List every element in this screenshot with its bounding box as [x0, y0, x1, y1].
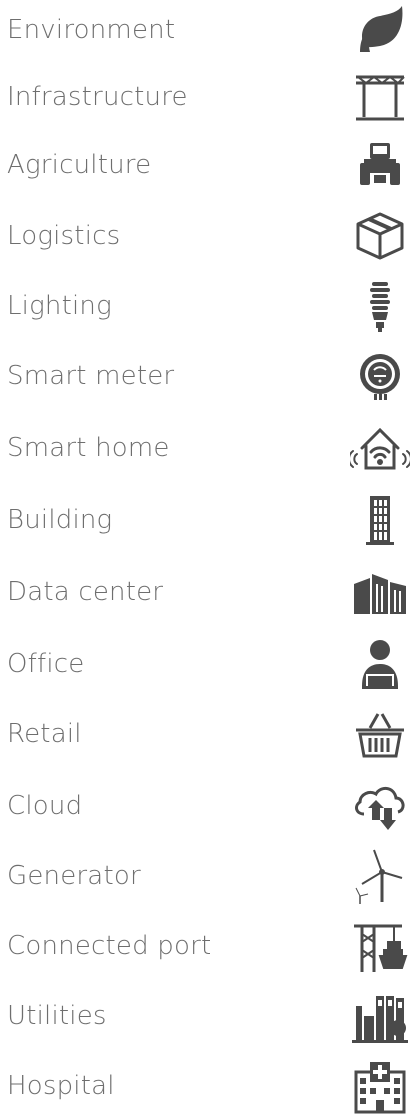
item-label: Logistics: [7, 221, 121, 251]
list-item-cloud: Cloud: [0, 776, 414, 836]
list-item-building: Building: [0, 490, 414, 550]
list-item-utilities: Utilities: [0, 986, 414, 1046]
leaf-icon: [350, 2, 410, 58]
building-icon: [350, 492, 410, 548]
hospital-icon: [350, 1058, 410, 1114]
item-label: Building: [7, 505, 113, 535]
item-label: Infrastructure: [7, 82, 188, 112]
item-label: Data center: [7, 577, 164, 607]
item-label: Agriculture: [7, 150, 152, 180]
package-icon: [350, 208, 410, 264]
light-bulb-icon: [350, 278, 410, 334]
list-item-environment: Environment: [0, 0, 414, 60]
list-item-lighting: Lighting: [0, 276, 414, 336]
list-item-data-center: Data center: [0, 562, 414, 622]
list-item-hospital: Hospital: [0, 1056, 414, 1116]
item-label: Smart meter: [7, 361, 175, 391]
smart-home-icon: [350, 420, 410, 476]
utilities-plant-icon: [350, 988, 410, 1044]
item-label: Smart home: [7, 433, 170, 463]
item-label: Connected port: [7, 931, 212, 961]
item-label: Generator: [7, 861, 141, 891]
port-crane-icon: [350, 918, 410, 974]
wind-turbine-icon: [350, 848, 410, 904]
office-worker-icon: [350, 636, 410, 692]
list-item-generator: Generator: [0, 846, 414, 906]
list-item-logistics: Logistics: [0, 206, 414, 266]
shopping-basket-icon: [350, 706, 410, 762]
list-item-smart-meter: Smart meter: [0, 346, 414, 406]
list-item-connected-port: Connected port: [0, 916, 414, 976]
item-label: Environment: [7, 15, 176, 45]
bridge-icon: [350, 69, 410, 125]
smart-meter-icon: [350, 348, 410, 404]
item-label: Lighting: [7, 291, 112, 321]
list-item-office: Office: [0, 634, 414, 694]
item-label: Utilities: [7, 1001, 107, 1031]
item-label: Retail: [7, 719, 82, 749]
list-item-infrastructure: Infrastructure: [0, 67, 414, 127]
list-item-retail: Retail: [0, 704, 414, 764]
item-label: Office: [7, 649, 85, 679]
data-center-icon: [350, 564, 410, 620]
item-label: Hospital: [7, 1071, 115, 1101]
cloud-upload-download-icon: [350, 778, 410, 834]
item-label: Cloud: [7, 791, 83, 821]
industry-list: Environment Infrastructure Agriculture L…: [0, 0, 414, 1117]
list-item-agriculture: Agriculture: [0, 135, 414, 195]
tractor-icon: [350, 137, 410, 193]
list-item-smart-home: Smart home: [0, 418, 414, 478]
